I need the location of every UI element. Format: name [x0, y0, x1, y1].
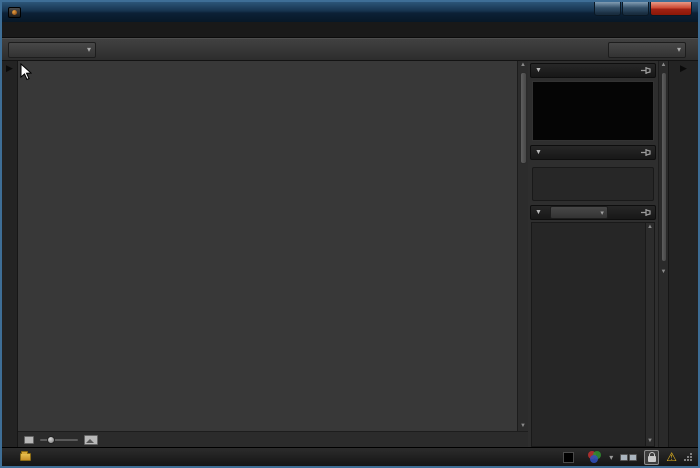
chevron-down-icon[interactable]: ▾: [609, 453, 613, 462]
app-icon: [8, 7, 21, 18]
toolbar: ▾ ▾: [2, 38, 698, 61]
left-tab-strip: ▶: [2, 61, 18, 447]
dual-display-icon[interactable]: [620, 454, 637, 461]
warning-icon[interactable]: ⚠: [666, 451, 677, 463]
chevron-down-icon: ▾: [600, 209, 604, 217]
scroll-up-icon[interactable]: ▲: [647, 223, 653, 232]
tools-panel: ▼ ▼ ▼: [528, 61, 658, 447]
pin-icon[interactable]: [641, 204, 651, 222]
chevron-down-icon: ▾: [677, 45, 681, 54]
scrollbar-thumb[interactable]: [661, 72, 667, 262]
presets-tree: [532, 223, 645, 446]
color-management-icon[interactable]: [588, 451, 602, 463]
thumbnail-zoom-strip: [18, 431, 528, 447]
pin-icon[interactable]: [641, 144, 651, 162]
collapse-triangle-icon[interactable]: ▼: [535, 209, 542, 216]
menu-bar: [2, 22, 698, 38]
slider-handle[interactable]: [47, 436, 55, 444]
collapse-triangle-icon[interactable]: ▼: [535, 67, 542, 74]
color-sample-swatch: [563, 452, 574, 463]
resize-grip[interactable]: [684, 453, 692, 461]
thumbnail-size-slider[interactable]: [40, 439, 78, 441]
scroll-up-icon[interactable]: ▲: [661, 61, 667, 70]
large-thumbnails-icon[interactable]: [84, 435, 98, 445]
thumbnail-grid: [18, 61, 517, 431]
keywords-input[interactable]: [532, 167, 654, 201]
maximize-button[interactable]: [622, 2, 649, 16]
status-bar: ▾ ⚠: [2, 447, 698, 466]
collapse-triangle-icon[interactable]: ▼: [535, 149, 542, 156]
app-window: ▾ ▾ ▶ ▲ ▼: [0, 0, 700, 468]
browse-grid-column: ▲ ▼: [18, 61, 528, 447]
scroll-down-icon[interactable]: ▼: [520, 422, 526, 431]
histogram-canvas: [532, 81, 654, 141]
presets-header[interactable]: ▼ ▾: [530, 205, 656, 220]
sort-field-select[interactable]: ▾: [8, 42, 96, 58]
scroll-down-icon[interactable]: ▼: [647, 437, 653, 446]
chevron-down-icon: ▾: [87, 45, 91, 54]
grid-scrollbar[interactable]: ▲ ▼: [517, 61, 528, 431]
histogram-header[interactable]: ▼: [530, 63, 656, 78]
right-tab-strip: ▶: [668, 61, 698, 447]
presets-scrollbar[interactable]: ▲ ▼: [645, 223, 654, 446]
small-thumbnails-icon[interactable]: [24, 436, 34, 444]
scroll-down-icon[interactable]: ▼: [661, 268, 667, 277]
scroll-up-icon[interactable]: ▲: [520, 61, 526, 70]
panel-collapse-arrow[interactable]: ▶: [6, 64, 13, 73]
minimize-button[interactable]: [594, 2, 621, 16]
layer-select[interactable]: ▾: [608, 42, 686, 58]
panel-collapse-arrow[interactable]: ▶: [680, 64, 687, 73]
folder-icon: [20, 453, 31, 461]
basic-adjustments-header[interactable]: ▼: [530, 145, 656, 160]
close-button[interactable]: [650, 2, 692, 16]
scrollbar-thumb[interactable]: [520, 72, 527, 164]
pin-icon[interactable]: [641, 62, 651, 80]
lock-icon[interactable]: [644, 450, 659, 465]
title-bar[interactable]: [2, 2, 698, 22]
presets-filter-select[interactable]: ▾: [550, 206, 608, 219]
presets-section: ▼ ▾ ▲ ▼: [530, 205, 656, 447]
panel-scrollbar[interactable]: ▲ ▼: [658, 61, 668, 447]
